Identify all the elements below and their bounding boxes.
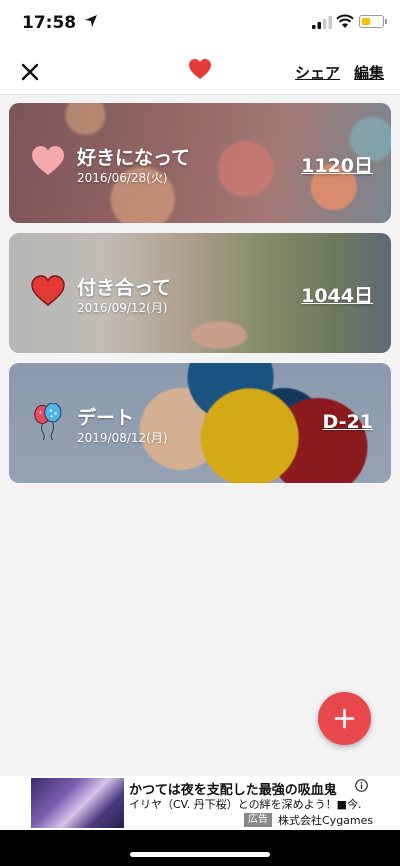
ad-image[interactable] <box>31 778 124 828</box>
close-icon[interactable] <box>20 62 40 82</box>
wifi-icon <box>336 14 354 28</box>
balloons-icon <box>34 403 62 441</box>
info-icon[interactable] <box>355 779 368 792</box>
event-title: 好きになって <box>77 147 191 169</box>
ad-banner[interactable]: かつては夜を支配した最強の吸血鬼 イリヤ（CV. 丹下桜）との絆を深めよう！■今… <box>0 776 400 830</box>
event-date: 2016/06/28(火) <box>77 171 168 185</box>
home-indicator[interactable] <box>130 852 270 857</box>
battery-icon <box>359 15 387 28</box>
event-card[interactable]: 付き合って 2016/09/12(月) 1044日 <box>9 233 391 353</box>
event-card[interactable]: 好きになって 2016/06/28(火) 1120日 <box>9 103 391 223</box>
event-date: 2019/08/12(月) <box>77 431 168 445</box>
nav-bar: シェア 編集 <box>0 48 400 95</box>
add-event-button[interactable] <box>318 692 371 745</box>
ad-subtitle[interactable]: イリヤ（CV. 丹下桜）との絆を深めよう！■今... <box>129 796 361 812</box>
home-indicator-area <box>0 830 400 866</box>
heart-pink-icon <box>32 146 64 175</box>
signal-icon <box>312 16 332 29</box>
event-title: 付き合って <box>77 277 172 299</box>
heart-icon <box>189 59 211 79</box>
event-date: 2016/09/12(月) <box>77 301 168 315</box>
event-card[interactable]: デート 2019/08/12(月) D-21 <box>9 363 391 483</box>
edit-button[interactable]: 編集 <box>354 62 384 83</box>
share-button[interactable]: シェア <box>295 62 340 83</box>
event-countdown[interactable]: D-21 <box>323 411 373 433</box>
ad-badge: 広告 <box>244 813 272 827</box>
location-arrow-icon <box>85 15 97 27</box>
status-bar: 17:58 <box>0 0 400 48</box>
heart-red-icon <box>31 275 65 306</box>
ad-company: 株式会社Cygames <box>278 814 374 827</box>
plus-icon <box>334 708 355 729</box>
event-day-count[interactable]: 1044日 <box>301 281 373 308</box>
event-title: デート <box>77 407 135 429</box>
event-day-count[interactable]: 1120日 <box>301 151 373 178</box>
status-time: 17:58 <box>22 13 77 33</box>
